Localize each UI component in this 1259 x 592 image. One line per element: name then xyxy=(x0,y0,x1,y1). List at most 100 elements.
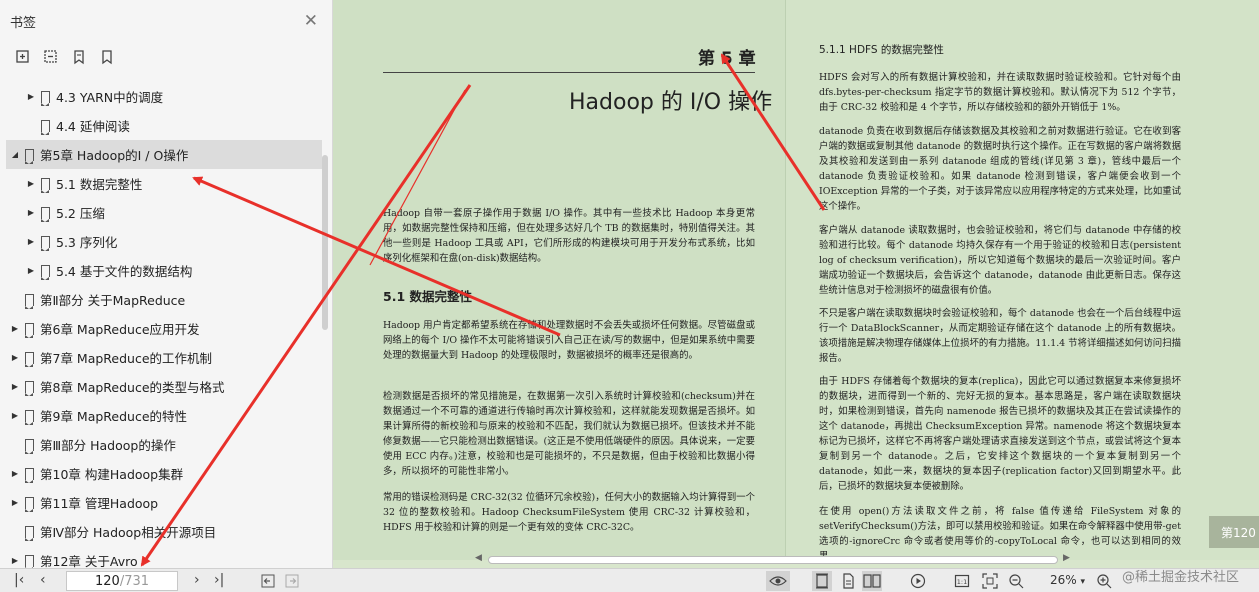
bookmark-icon xyxy=(24,467,34,483)
bookmark-item[interactable]: 第Ⅱ部分 关于MapReduce xyxy=(0,285,333,314)
expand-arrow-icon[interactable]: ▶ xyxy=(10,411,20,420)
collapse-arrow-icon[interactable]: ◢ xyxy=(10,150,20,159)
bookmark-sidebar: 书签 ✕ ▶ 4.3 YARN中的调度 4.4 延伸阅读 ◢ 第5章 Hadoop的I … xyxy=(0,0,333,570)
bookmark-icon xyxy=(24,554,34,570)
bookmark-item[interactable]: ▶ 4.3 YARN中的调度 xyxy=(0,82,333,111)
next-page-button[interactable]: › xyxy=(194,572,200,588)
bookmark-icon xyxy=(40,119,50,135)
bookmark-icon xyxy=(24,409,34,425)
bookmark-label: 第9章 MapReduce的特性 xyxy=(40,409,188,424)
bookmark-icon xyxy=(40,177,50,193)
expand-arrow-icon[interactable]: ▶ xyxy=(10,498,20,507)
expand-arrow-icon[interactable]: ▶ xyxy=(26,237,36,246)
sidebar-scrollbar[interactable] xyxy=(322,155,328,330)
bookmark-item[interactable]: ▶ 5.4 基于文件的数据结构 xyxy=(0,256,333,285)
bookmark-item[interactable]: ▶ 第11章 管理Hadoop xyxy=(0,488,333,517)
bookmark-icon xyxy=(24,438,34,454)
actual-size-icon[interactable]: 1:1 xyxy=(952,571,972,591)
back-icon[interactable] xyxy=(258,571,278,591)
bookmark-item[interactable]: ▶ 第7章 MapReduce的工作机制 xyxy=(0,343,333,372)
bookmark-tree: ▶ 4.3 YARN中的调度 4.4 延伸阅读 ◢ 第5章 Hadoop的I / O操作… xyxy=(0,82,333,575)
expand-arrow-icon[interactable]: ▶ xyxy=(26,266,36,275)
expand-arrow-icon[interactable]: ▶ xyxy=(26,179,36,188)
zoom-out-icon[interactable] xyxy=(1006,571,1026,591)
bookmark-label: 5.2 压缩 xyxy=(56,206,105,221)
bookmark-label: 第11章 管理Hadoop xyxy=(40,496,159,511)
bookmark-icon xyxy=(24,525,34,541)
paragraph: 常用的错误检测码是 CRC-32(32 位循环冗余校验)，任何大小的数据输入均计… xyxy=(383,492,755,533)
continuous-page-icon[interactable] xyxy=(838,571,858,591)
prev-page-button[interactable]: ‹ xyxy=(40,572,46,588)
intro-paragraph: Hadoop 自带一套原子操作用于数据 I/O 操作。其中有一些技术比 Hado… xyxy=(383,208,755,264)
chapter-title: Hadoop 的 I/O 操作 xyxy=(569,90,773,115)
zoom-level[interactable]: 26% ▾ xyxy=(1050,573,1085,587)
bookmark-item[interactable]: ◢ 第5章 Hadoop的I / O操作 xyxy=(6,140,322,169)
bookmark-outline-icon[interactable] xyxy=(98,48,116,66)
svg-text:1:1: 1:1 xyxy=(957,578,967,586)
bookmark-icon xyxy=(40,90,50,106)
bookmark-icon[interactable] xyxy=(70,48,88,66)
expand-arrow-icon[interactable]: ▶ xyxy=(10,382,20,391)
bookmark-label: 5.1 数据完整性 xyxy=(56,177,143,192)
double-page-icon[interactable] xyxy=(862,571,882,591)
last-page-button[interactable]: ›| xyxy=(214,572,224,588)
bookmark-item[interactable]: ▶ 第10章 构建Hadoop集群 xyxy=(0,459,333,488)
first-page-button[interactable]: |‹ xyxy=(14,572,24,588)
paragraph: 在使用 open()方法读取文件之前，将 false 值传递给 FileSyst… xyxy=(819,506,1181,556)
bookmark-label: 第10章 构建Hadoop集群 xyxy=(40,467,184,482)
scroll-left-icon[interactable]: ◀ xyxy=(475,553,482,563)
zoom-in-icon[interactable] xyxy=(1094,571,1114,591)
paragraph: datanode 负责在收到数据后存储该数据及其校验和之前对数据进行验证。它在收… xyxy=(819,126,1181,212)
expand-arrow-icon[interactable]: ▶ xyxy=(10,556,20,565)
expand-arrow-icon[interactable]: ▶ xyxy=(10,469,20,478)
total-pages: /731 xyxy=(119,573,150,589)
bookmark-label: 第Ⅲ部分 Hadoop的操作 xyxy=(40,438,176,453)
delete-bookmark-icon[interactable] xyxy=(42,48,60,66)
page-number-input[interactable]: 120 /731 xyxy=(66,571,178,591)
expand-arrow-icon[interactable]: ▶ xyxy=(26,208,36,217)
document-view: 第 5 章 Hadoop 的 I/O 操作 Hadoop 自带一套原子操作用于数… xyxy=(333,0,1259,568)
paragraph: 由于 HDFS 存储着每个数据块的复本(replica)，因此它可以通过数据复本… xyxy=(819,376,1181,492)
eye-care-icon[interactable] xyxy=(766,571,790,591)
bottom-toolbar: |‹ ‹ 120 /731 › ›| 1:1 26% ▾ xyxy=(0,568,1259,592)
bookmark-label: 第7章 MapReduce的工作机制 xyxy=(40,351,213,366)
paragraph: 不只是客户端在读取数据块时会验证校验和，每个 datanode 也会在一个后台线… xyxy=(819,308,1181,364)
bookmark-icon xyxy=(24,380,34,396)
bookmark-label: 5.4 基于文件的数据结构 xyxy=(56,264,193,279)
sidebar-toolbar xyxy=(0,42,332,72)
subsection-title: 5.1.1 HDFS 的数据完整性 xyxy=(819,44,944,56)
play-icon[interactable] xyxy=(908,571,928,591)
bookmark-item[interactable]: ▶ 5.2 压缩 xyxy=(0,198,333,227)
scroll-right-icon[interactable]: ▶ xyxy=(1063,553,1070,563)
bookmark-label: 第Ⅱ部分 关于MapReduce xyxy=(40,293,186,308)
bookmark-icon xyxy=(24,148,34,164)
bookmark-label: 4.4 延伸阅读 xyxy=(56,119,130,134)
bookmark-item[interactable]: ▶ 5.1 数据完整性 xyxy=(0,169,333,198)
bookmark-item[interactable]: ▶ 第6章 MapReduce应用开发 xyxy=(0,314,333,343)
page-gutter xyxy=(785,0,786,560)
expand-arrow-icon[interactable]: ▶ xyxy=(10,353,20,362)
expand-arrow-icon[interactable]: ▶ xyxy=(10,324,20,333)
bookmark-label: 第8章 MapReduce的类型与格式 xyxy=(40,380,225,395)
close-icon[interactable]: ✕ xyxy=(304,11,318,31)
horizontal-scrollbar[interactable] xyxy=(488,556,1058,564)
bookmark-item[interactable]: ▶ 第8章 MapReduce的类型与格式 xyxy=(0,372,333,401)
add-bookmark-icon[interactable] xyxy=(14,48,32,66)
bookmark-label: 第5章 Hadoop的I / O操作 xyxy=(40,148,189,163)
bookmark-icon xyxy=(40,206,50,222)
bookmark-item[interactable]: ▶ 5.3 序列化 xyxy=(0,227,333,256)
sidebar-title: 书签 xyxy=(10,15,37,31)
paragraph: 客户端从 datanode 读取数据时，也会验证校验和，将它们与 datanod… xyxy=(819,225,1181,296)
single-page-icon[interactable] xyxy=(812,571,832,591)
bookmark-item[interactable]: ▶ 第9章 MapReduce的特性 xyxy=(0,401,333,430)
bookmark-item[interactable]: 4.4 延伸阅读 xyxy=(0,111,333,140)
expand-arrow-icon[interactable]: ▶ xyxy=(26,92,36,101)
bookmark-icon xyxy=(24,322,34,338)
bookmark-item[interactable]: 第Ⅳ部分 Hadoop相关开源项目 xyxy=(0,517,333,546)
bookmark-label: 第6章 MapReduce应用开发 xyxy=(40,322,200,337)
fit-page-icon[interactable] xyxy=(980,571,1000,591)
bookmark-label: 第Ⅳ部分 Hadoop相关开源项目 xyxy=(40,525,217,540)
bookmark-item[interactable]: 第Ⅲ部分 Hadoop的操作 xyxy=(0,430,333,459)
current-page: 120 xyxy=(94,573,120,589)
forward-icon[interactable] xyxy=(282,571,302,591)
